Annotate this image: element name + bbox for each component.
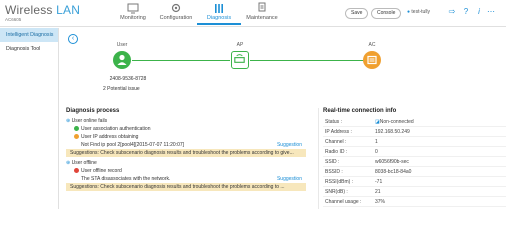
rt-row: RSSI(dBm) : -71 <box>323 177 506 187</box>
realtime-connection-info: Real-time connection info Status : ◪Non-c… <box>318 108 506 209</box>
diagnosis-process: Diagnosis process ⊕ User online fails Us… <box>66 108 306 209</box>
check-icon <box>74 126 79 132</box>
rt-row: SSID : w6056f90b-sec <box>323 157 506 167</box>
error-icon <box>74 168 79 174</box>
controller-icon <box>367 55 377 65</box>
nav-diagnosis[interactable]: Diagnosis <box>197 2 241 25</box>
rt-row: Radio ID :0 <box>323 147 506 157</box>
help-icon[interactable]: ? <box>461 7 471 17</box>
ac-node[interactable] <box>363 51 381 69</box>
step-row: Not Find ip pool 2[pool4][2015-07-07 11:… <box>81 141 302 149</box>
console-button[interactable]: Console <box>371 8 402 19</box>
sidebar-item-intelligent-diagnosis[interactable]: Intelligent Diagnosis <box>0 28 58 42</box>
expand-icon: ⊕ <box>66 118 71 124</box>
rt-row: Channel :1 <box>323 137 506 147</box>
save-button[interactable]: Save <box>345 8 369 19</box>
step-row: User IP address obtaining <box>66 133 306 141</box>
rt-row: SNR(dB) :21 <box>323 187 506 197</box>
nav-maintenance[interactable]: Maintenance <box>240 2 284 25</box>
group-title[interactable]: ⊕ User online fails <box>66 117 306 125</box>
potential-issue[interactable]: 2 Potential issue <box>103 86 140 92</box>
gear-icon <box>171 3 181 13</box>
access-point-icon <box>234 54 245 63</box>
expand-icon: ⊕ <box>66 160 71 166</box>
logout-icon[interactable]: ⇨ <box>447 7 457 17</box>
settings-icon[interactable]: ⋯ <box>486 7 496 17</box>
ap-ac-link <box>250 60 364 61</box>
header: Wireless LAN AC6605 Monitoring Configura… <box>0 0 506 27</box>
nav-monitoring[interactable]: Monitoring <box>111 2 155 25</box>
suggestion-link[interactable]: Suggestion <box>277 141 302 149</box>
diagnosis-title: Diagnosis process <box>66 108 120 114</box>
suggestion-band: Suggestions: Check subscenario diagnosis… <box>66 149 306 157</box>
sidebar-item-diagnosis-tool[interactable]: Diagnosis Tool <box>0 42 58 56</box>
monitor-icon <box>127 3 139 14</box>
rt-title: Real-time connection info <box>323 108 397 114</box>
topology-panel: ‹ User AP AC 2408-9536-8728 2 Potential … <box>60 28 506 106</box>
rt-row: Channel usage :37% <box>323 197 506 207</box>
step-row: The STA disassociates with the network. S… <box>81 175 302 183</box>
wrench-icon <box>258 2 266 12</box>
app-window: Wireless LAN AC6605 Monitoring Configura… <box>0 0 506 209</box>
sidebar: Intelligent Diagnosis Diagnosis Tool <box>0 28 59 209</box>
user-ap-link <box>132 60 230 61</box>
nav-configuration[interactable]: Configuration <box>154 2 198 25</box>
group-title[interactable]: ⊕ User offline <box>66 159 306 167</box>
rt-row: BSSID :8038-bc18-84a0 <box>323 167 506 177</box>
bars-icon <box>215 4 223 13</box>
ac-node-label: AC <box>368 42 376 48</box>
step-row: User offline record <box>66 167 306 175</box>
user-node-label: User <box>116 42 128 48</box>
user-menu[interactable]: ● test-tully <box>407 9 430 15</box>
ap-node-label: AP <box>236 42 244 48</box>
step-row: User association authentication <box>66 125 306 133</box>
suggestion-band: Suggestions: Check subscenario diagnosis… <box>66 183 306 191</box>
user-node[interactable] <box>113 51 131 69</box>
warning-icon <box>74 134 79 140</box>
rt-row: Status : ◪Non-connected <box>323 117 506 127</box>
rt-row: IP Address :192.168.50.249 <box>323 127 506 137</box>
brand-logo: Wireless LAN <box>5 3 81 17</box>
device-model: AC6605 <box>5 17 22 22</box>
ap-node[interactable] <box>231 51 249 69</box>
suggestion-link[interactable]: Suggestion <box>277 175 302 183</box>
back-icon[interactable]: ‹ <box>68 34 78 44</box>
person-icon <box>117 54 127 65</box>
info-icon[interactable]: i <box>474 7 484 17</box>
user-icon: ● <box>407 9 411 15</box>
user-name: test-tully <box>411 9 431 15</box>
user-mac: 2408-9536-8728 <box>109 76 147 82</box>
